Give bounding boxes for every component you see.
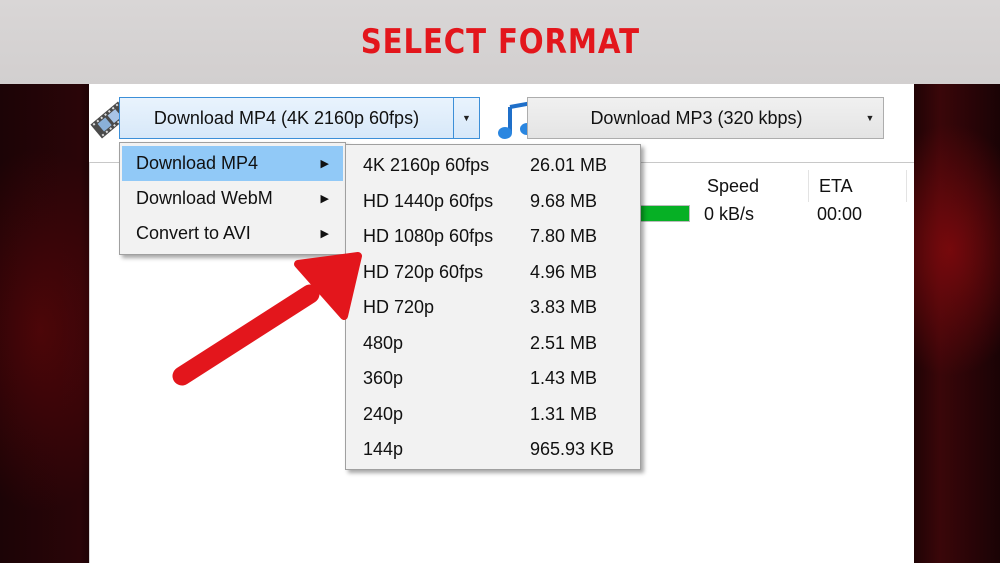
file-size: 2.51 MB <box>530 332 598 353</box>
menu-item-label: Convert to AVI <box>136 223 251 243</box>
mp4-dropdown-label: Download MP4 (4K 2160p 60fps) <box>153 107 420 128</box>
file-size: 9.68 MB <box>530 190 598 211</box>
quality-label: 480p <box>363 332 404 353</box>
submenu-item[interactable]: HD 1080p 60fps 7.80 MB <box>348 219 638 255</box>
submenu-item[interactable]: 360p 1.43 MB <box>348 361 638 397</box>
quality-label: 4K 2160p 60fps <box>363 155 490 176</box>
file-size: 1.31 MB <box>530 403 598 424</box>
chevron-down-icon: ▼ <box>462 113 471 123</box>
submenu-item[interactable]: HD 720p 3.83 MB <box>348 290 638 326</box>
chevron-right-icon: ▶ <box>320 158 329 170</box>
file-size: 1.43 MB <box>530 368 598 389</box>
mp3-dropdown-label: Download MP3 (320 kbps) <box>590 107 803 128</box>
quality-label: 144p <box>363 439 404 460</box>
menu-item-label: Download WebM <box>136 188 273 208</box>
chevron-right-icon: ▶ <box>320 193 329 205</box>
quality-label: HD 1080p 60fps <box>363 226 494 247</box>
file-size: 7.80 MB <box>530 226 598 247</box>
quality-label: HD 720p <box>363 297 435 318</box>
mp4-dropdown-arrow-button[interactable]: ▼ <box>453 98 479 138</box>
menu-item-convert-avi[interactable]: Convert to AVI ▶ <box>122 216 343 251</box>
submenu-item[interactable]: 4K 2160p 60fps 26.01 MB <box>348 148 638 184</box>
menu-item-download-webm[interactable]: Download WebM ▶ <box>122 181 343 216</box>
title-banner: SELECT FORMAT <box>0 0 1000 84</box>
submenu-item[interactable]: HD 720p 60fps 4.96 MB <box>348 255 638 291</box>
file-size: 3.83 MB <box>530 297 598 318</box>
quality-label: HD 1440p 60fps <box>363 190 494 211</box>
mp3-format-dropdown[interactable]: Download MP3 (320 kbps) ▼ <box>527 97 884 139</box>
file-size: 4.96 MB <box>530 261 598 282</box>
mp4-quality-submenu: 4K 2160p 60fps 26.01 MB HD 1440p 60fps 9.68… <box>345 144 641 470</box>
quality-label: HD 720p 60fps <box>363 261 484 282</box>
quality-label: 360p <box>363 368 404 389</box>
menu-item-download-mp4[interactable]: Download MP4 ▶ <box>122 146 343 181</box>
banner-title: SELECT FORMAT <box>360 22 640 62</box>
row-eta: 00:00 <box>817 204 863 224</box>
download-format-menu: Download MP4 ▶ Download WebM ▶ Convert t… <box>119 142 346 255</box>
column-header-speed[interactable]: Speed <box>697 170 809 202</box>
file-size: 26.01 MB <box>530 155 608 176</box>
file-size: 965.93 KB <box>530 439 615 460</box>
mp4-format-dropdown[interactable]: Download MP4 (4K 2160p 60fps) ▼ <box>119 97 480 139</box>
chevron-right-icon: ▶ <box>320 228 329 240</box>
chevron-down-icon[interactable]: ▼ <box>857 113 883 123</box>
column-header-eta[interactable]: ETA <box>809 170 907 202</box>
submenu-item[interactable]: HD 1440p 60fps 9.68 MB <box>348 184 638 220</box>
red-arrow-icon <box>172 252 362 386</box>
quality-label: 240p <box>363 403 404 424</box>
submenu-item[interactable]: 240p 1.31 MB <box>348 397 638 433</box>
submenu-item[interactable]: 144p 965.93 KB <box>348 432 638 468</box>
menu-item-label: Download MP4 <box>136 153 259 173</box>
row-speed: 0 kB/s <box>704 204 755 224</box>
submenu-item[interactable]: 480p 2.51 MB <box>348 326 638 362</box>
